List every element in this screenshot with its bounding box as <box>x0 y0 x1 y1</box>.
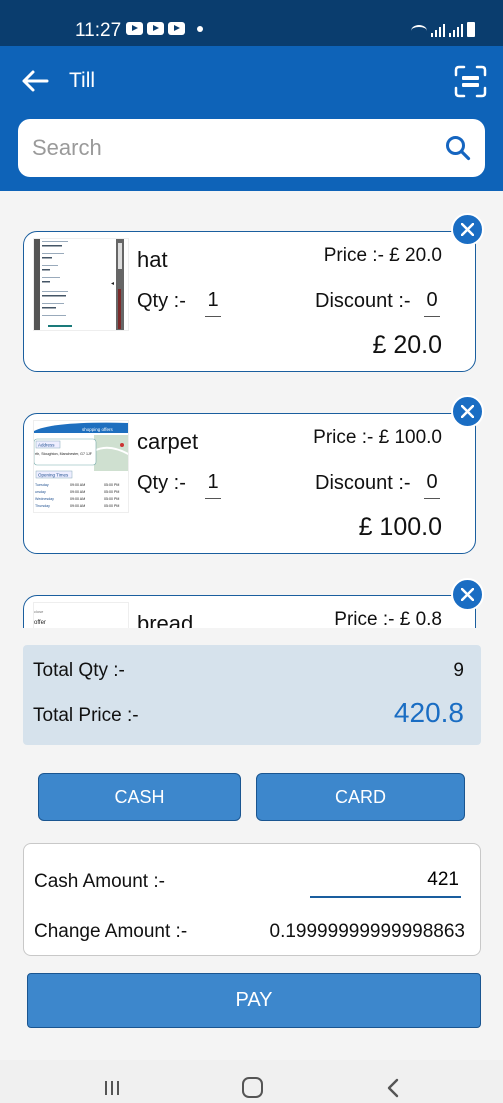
product-name: bread <box>137 611 194 628</box>
app-bar: Till <box>0 46 503 191</box>
product-image: ◂ <box>33 238 129 331</box>
thumbnail-address-label: Address <box>38 443 55 448</box>
page-title: Till <box>69 69 96 92</box>
svg-text:◂: ◂ <box>111 281 114 287</box>
product-name: carpet <box>137 429 199 454</box>
status-time: 11:27 <box>75 20 122 41</box>
thumbnail-header: shopping offers <box>82 427 113 432</box>
thumbnail-address: rth, Stoughton, Manchester, G7 1JF <box>35 452 93 456</box>
signal-icon <box>449 24 463 37</box>
thumbnail-text: offer <box>34 620 46 626</box>
arrow-left-icon <box>22 70 49 92</box>
thumbnail-hours-open: 09:00 AM <box>70 497 85 501</box>
more-notifications-icon <box>197 25 203 32</box>
cart-item[interactable]: close offer bread Price :- £ 0.8 <box>23 595 476 628</box>
remove-item-button[interactable] <box>451 578 484 611</box>
notification-icons <box>126 22 203 35</box>
product-image: close offer <box>33 602 129 628</box>
product-price: Price :- £ 20.0 <box>323 245 442 266</box>
thumbnail-hours-label: Opening Times <box>38 473 69 478</box>
discount-label: Discount :- <box>315 290 411 312</box>
thumbnail-hours-day: Tuesday <box>35 483 49 487</box>
youtube-icon <box>168 22 185 35</box>
close-icon <box>461 405 474 418</box>
pay-button[interactable]: PAY <box>27 973 481 1028</box>
thumbnail-hours-day: Thursday <box>35 504 50 508</box>
cash-panel: Cash Amount :- Change Amount :- 0.199999… <box>23 843 481 956</box>
search-button[interactable] <box>445 135 471 161</box>
thumbnail-hours-close: 05:00 PM <box>104 497 119 501</box>
cart-list[interactable]: ◂ hat Price :- £ 20.0 Qty :- 1 Discount … <box>0 191 503 628</box>
total-qty-label: Total Qty :- <box>33 660 125 681</box>
cart-item[interactable]: shopping offers Address rth, Stoughton, … <box>23 413 476 554</box>
thumbnail-hours-open: 09:00 AM <box>70 504 85 508</box>
remove-item-button[interactable] <box>451 395 484 428</box>
qty-input[interactable]: 1 <box>205 471 221 499</box>
thumbnail-hours-open: 09:00 AM <box>70 483 85 487</box>
barcode-scan-button[interactable] <box>454 65 487 98</box>
thumbnail-hours-close: 05:00 PM <box>104 504 119 508</box>
close-icon <box>461 223 474 236</box>
cash-amount-label: Cash Amount :- <box>34 871 165 892</box>
thumbnail-hours-close: 05:00 PM <box>104 483 119 487</box>
thumbnail-hours-day: Wednesday <box>35 497 54 501</box>
signal-icon <box>431 24 445 37</box>
wifi-icon <box>411 25 427 37</box>
card-button[interactable]: CARD <box>256 773 465 821</box>
search-input[interactable] <box>32 133 432 163</box>
discount-label: Discount :- <box>315 472 411 494</box>
battery-icon <box>467 22 475 37</box>
line-total: £ 100.0 <box>358 513 442 541</box>
line-total: £ 20.0 <box>372 331 442 359</box>
youtube-icon <box>147 22 164 35</box>
search-bar <box>18 119 485 177</box>
qty-label: Qty :- <box>137 290 186 312</box>
product-price: Price :- £ 100.0 <box>313 427 442 448</box>
system-back-button[interactable] <box>385 1078 403 1098</box>
search-icon <box>446 136 471 161</box>
qty-input[interactable]: 1 <box>205 289 221 317</box>
product-name: hat <box>137 247 168 272</box>
thumbnail-hours-day: ursday <box>35 490 46 494</box>
thumbnail-hours-close: 05:00 PM <box>104 490 119 494</box>
thumbnail-hours-open: 09:00 AM <box>70 490 85 494</box>
home-button[interactable] <box>242 1077 263 1098</box>
recents-icon <box>105 1081 119 1095</box>
status-bar: 11:27 <box>0 0 503 46</box>
cash-amount-input[interactable] <box>310 864 461 898</box>
remove-item-button[interactable] <box>451 213 484 246</box>
total-qty-value: 9 <box>453 660 464 681</box>
total-price-value: 420.8 <box>393 697 464 728</box>
thumbnail-text: close <box>34 609 44 614</box>
total-price-label: Total Price :- <box>33 705 139 726</box>
chevron-left-icon <box>387 1078 399 1098</box>
change-amount-value: 0.19999999999998863 <box>269 921 465 942</box>
cash-button[interactable]: CASH <box>38 773 241 821</box>
product-image: shopping offers Address rth, Stoughton, … <box>33 420 129 513</box>
cart-item[interactable]: ◂ hat Price :- £ 20.0 Qty :- 1 Discount … <box>23 231 476 372</box>
system-icons <box>411 22 475 37</box>
change-amount-label: Change Amount :- <box>34 921 188 942</box>
qty-label: Qty :- <box>137 472 186 494</box>
discount-input[interactable]: 0 <box>424 289 440 317</box>
discount-input[interactable]: 0 <box>424 471 440 499</box>
outlook-icon <box>126 22 143 35</box>
recent-apps-button[interactable] <box>103 1079 121 1097</box>
scan-icon <box>454 65 487 98</box>
close-icon <box>461 588 474 601</box>
back-button[interactable] <box>20 66 50 96</box>
product-price: Price :- £ 0.8 <box>334 609 442 628</box>
totals-panel: Total Qty :- 9 Total Price :- 420.8 <box>23 645 481 745</box>
system-nav-bar <box>0 1060 503 1103</box>
